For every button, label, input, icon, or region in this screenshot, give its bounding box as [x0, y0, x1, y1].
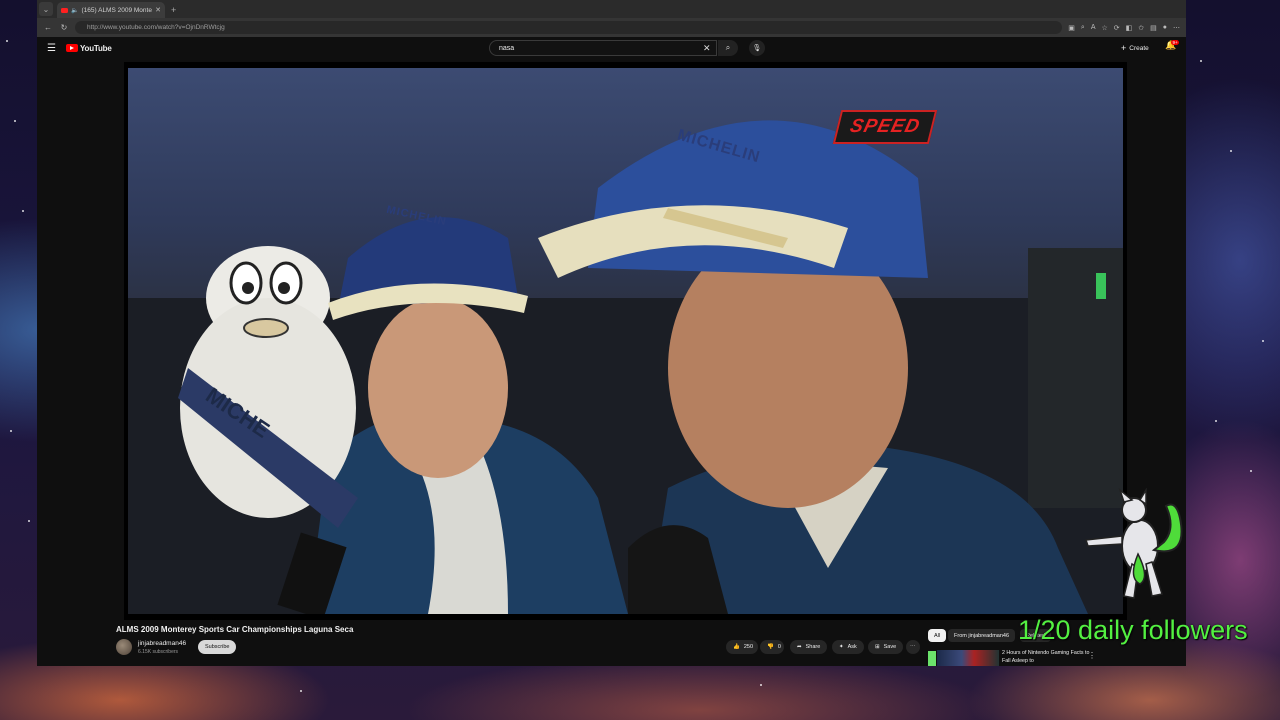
video-title: ALMS 2009 Monterey Sports Car Championsh…: [116, 625, 354, 634]
more-actions-button[interactable]: ⋯: [906, 640, 920, 654]
star: [14, 120, 16, 122]
more-horizontal-icon: ⋯: [910, 644, 916, 650]
star: [300, 690, 302, 692]
extension-icon[interactable]: ▣: [1068, 24, 1075, 32]
dislike-count: 0: [777, 644, 781, 650]
voice-search-button[interactable]: 🎙: [749, 40, 765, 56]
tab-close-icon[interactable]: ✕: [155, 6, 161, 14]
save-label: Save: [883, 644, 897, 650]
star: [760, 684, 762, 686]
star: [1200, 60, 1202, 62]
save-button[interactable]: ⊞ Save: [868, 640, 904, 654]
address-bar: ← ↻ http://www.youtube.com/watch?v=OjnDn…: [37, 18, 1186, 37]
share-icon: ➦: [797, 644, 802, 650]
channel-avatar[interactable]: [116, 639, 132, 655]
tab-bar: ⌄ 🔈 (165) ALMS 2009 Monterey ✕ +: [37, 0, 1186, 18]
tab-search-icon[interactable]: ⌄: [39, 2, 53, 16]
thumbs-down-icon: 👎: [767, 644, 774, 650]
video-frame[interactable]: MICHE MICHELIN MICHELIN SPEED: [128, 68, 1123, 614]
chip-from-channel[interactable]: From jinjabreadman46: [948, 629, 1016, 642]
speaker-icon[interactable]: 🔈: [71, 7, 78, 14]
star: [28, 520, 30, 522]
browser-window: ⌄ 🔈 (165) ALMS 2009 Monterey ✕ + ← ↻ htt…: [37, 0, 1186, 666]
star: [1262, 340, 1264, 342]
ask-label: Ask: [847, 644, 857, 650]
zoom-icon[interactable]: ⌕: [1081, 24, 1085, 32]
chip-all[interactable]: All: [928, 629, 947, 642]
create-label: Create: [1129, 44, 1149, 52]
sparkle-icon: ✦: [839, 644, 844, 650]
browser-tab[interactable]: 🔈 (165) ALMS 2009 Monterey ✕: [57, 2, 165, 18]
clear-search-icon[interactable]: ✕: [703, 40, 711, 56]
channel-name[interactable]: jinjabreadman46: [138, 640, 186, 647]
recommendation-menu-icon[interactable]: ⋮: [1088, 651, 1096, 660]
refresh-extension-icon[interactable]: ⟳: [1114, 24, 1120, 32]
new-tab-icon[interactable]: +: [171, 5, 176, 15]
favorites-icon[interactable]: ✩: [1138, 24, 1144, 32]
dislike-button[interactable]: 👎 0: [760, 640, 784, 654]
sidebar-icon[interactable]: ◧: [1126, 24, 1133, 32]
read-aloud-icon[interactable]: A: [1091, 24, 1096, 32]
microphone-icon: 🎙: [752, 45, 762, 52]
mewtwo-sprite-icon: [1084, 488, 1183, 599]
star: [10, 430, 12, 432]
create-button[interactable]: + Create: [1121, 41, 1149, 55]
youtube-wordmark[interactable]: YouTube: [80, 44, 112, 53]
star: [22, 210, 24, 212]
youtube-masthead: ☰ YouTube nasa ✕ ⌕ 🎙 + Create 🔔 9+: [37, 37, 1186, 59]
star: [1250, 470, 1252, 472]
star: [1230, 150, 1232, 152]
like-button[interactable]: 👍 250: [726, 640, 758, 654]
subscribe-button[interactable]: Subscribe: [198, 640, 237, 654]
video-player[interactable]: MICHE MICHELIN MICHELIN SPEED: [124, 62, 1127, 620]
youtube-logo-icon[interactable]: [65, 44, 78, 52]
thumbs-up-icon: 👍: [733, 644, 740, 650]
profile-icon[interactable]: ●: [1163, 24, 1167, 32]
speed-logo-text: SPEED: [847, 116, 923, 137]
star: [1215, 420, 1217, 422]
subscriber-count: 6.15K subscribers: [138, 649, 179, 655]
notification-badge: 9+: [1171, 40, 1180, 45]
daily-followers-overlay: 1/20 daily followers: [1018, 615, 1248, 645]
reload-icon[interactable]: ↻: [59, 23, 69, 32]
search-input[interactable]: nasa: [489, 40, 717, 56]
collections-icon[interactable]: ▤: [1150, 24, 1157, 32]
url-input[interactable]: http://www.youtube.com/watch?v=OjnDnRWtc…: [75, 21, 1063, 34]
star: [6, 40, 8, 42]
speed-channel-logo: SPEED: [832, 110, 938, 144]
youtube-favicon-icon: [61, 7, 68, 13]
back-icon[interactable]: ←: [43, 23, 53, 32]
share-label: Share: [805, 644, 821, 650]
hamburger-menu-icon[interactable]: ☰: [47, 43, 56, 54]
like-count: 250: [743, 644, 754, 650]
search-button[interactable]: ⌕: [718, 40, 738, 56]
tab-title: (165) ALMS 2009 Monterey: [81, 6, 152, 14]
more-icon[interactable]: ⋯: [1173, 24, 1180, 32]
save-icon: ⊞: [875, 644, 880, 650]
share-button[interactable]: ➦ Share: [790, 640, 828, 654]
live-indicator: [928, 651, 936, 666]
browser-toolbar: ▣ ⌕ A ☆ ⟳ ◧ ✩ ▤ ● ⋯: [1068, 24, 1180, 32]
plus-icon: +: [1121, 43, 1127, 53]
video-scene: [128, 120, 1123, 614]
favorite-icon[interactable]: ☆: [1101, 24, 1107, 32]
recommendation-title[interactable]: 2 Hours of Nintendo Gaming Facts to Fall…: [1002, 650, 1092, 665]
recommendation-thumbnail[interactable]: [937, 650, 999, 666]
search-icon: ⌕: [725, 43, 731, 52]
ask-button[interactable]: ✦ Ask: [832, 640, 864, 654]
